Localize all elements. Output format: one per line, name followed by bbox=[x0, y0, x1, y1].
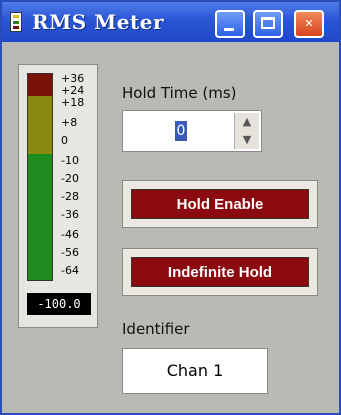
maximize-button[interactable] bbox=[253, 10, 283, 38]
title-bar[interactable]: RMS Meter ✕ bbox=[2, 2, 339, 42]
indefinite-hold-label: Indefinite Hold bbox=[131, 257, 309, 287]
app-icon bbox=[10, 12, 22, 32]
minimize-button[interactable] bbox=[215, 10, 245, 38]
scale-label: -10 bbox=[61, 154, 79, 167]
increment-button[interactable]: ▲ bbox=[235, 113, 259, 131]
spinner-buttons: ▲ ▼ bbox=[234, 113, 259, 149]
close-icon: ✕ bbox=[304, 17, 314, 30]
scale-label: +24 bbox=[61, 84, 85, 97]
hold-time-label: Hold Time (ms) bbox=[122, 84, 237, 102]
level-readout: -100.0 bbox=[27, 293, 91, 315]
scale-label: -56 bbox=[61, 246, 79, 259]
hold-time-spinner[interactable]: 0 ▲ ▼ bbox=[122, 110, 262, 152]
meter-yellow-zone bbox=[28, 96, 52, 154]
decrement-button[interactable]: ▼ bbox=[235, 131, 259, 149]
meter-red-zone bbox=[28, 74, 52, 96]
scale-label: -20 bbox=[61, 172, 79, 185]
scale-label: -28 bbox=[61, 190, 79, 203]
close-button[interactable]: ✕ bbox=[294, 10, 324, 38]
hold-time-value[interactable]: 0 bbox=[175, 121, 187, 141]
hold-enable-label: Hold Enable bbox=[131, 189, 309, 219]
rms-meter: +36 +24 +18 +8 0 -10 -20 -28 -36 -46 -56… bbox=[18, 64, 98, 328]
rms-meter-window: RMS Meter ✕ +36 +24 +18 +8 0 -10 -20 -28… bbox=[0, 0, 341, 415]
minimize-icon bbox=[224, 28, 234, 31]
up-arrow-icon: ▲ bbox=[242, 115, 252, 128]
scale-label: 0 bbox=[61, 134, 68, 147]
level-bar bbox=[27, 73, 53, 281]
scale-label: +8 bbox=[61, 116, 78, 129]
scale-label: -36 bbox=[61, 208, 79, 221]
maximize-icon bbox=[261, 17, 275, 29]
scale-label: -64 bbox=[61, 264, 79, 277]
hold-enable-button[interactable]: Hold Enable bbox=[122, 180, 318, 228]
identifier-label: Identifier bbox=[122, 320, 190, 338]
scale-label: -46 bbox=[61, 228, 79, 241]
scale-label: +18 bbox=[61, 96, 85, 109]
scale-label: +36 bbox=[61, 72, 85, 85]
window-title: RMS Meter bbox=[32, 10, 165, 34]
down-arrow-icon: ▼ bbox=[242, 133, 252, 146]
meter-green-zone bbox=[28, 154, 52, 280]
identifier-field[interactable]: Chan 1 bbox=[122, 348, 268, 394]
indefinite-hold-button[interactable]: Indefinite Hold bbox=[122, 248, 318, 296]
